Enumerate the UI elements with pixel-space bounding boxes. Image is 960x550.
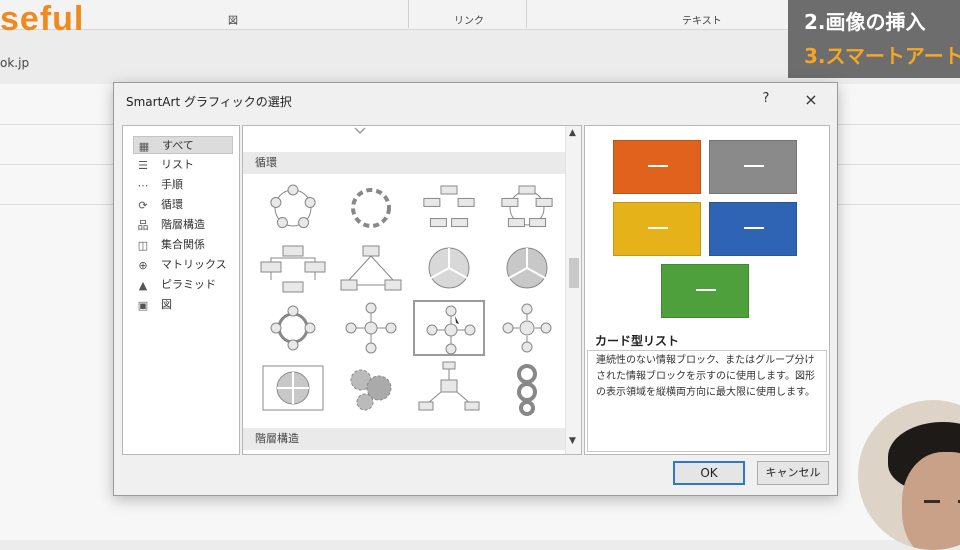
diverging-radial-icon — [502, 303, 552, 353]
ribbon-group-text: テキスト — [682, 16, 722, 27]
site-url: ok.jp — [0, 56, 30, 70]
cancel-button[interactable]: キャンセル — [757, 461, 829, 485]
hierarchy-icon: 品 — [137, 219, 149, 232]
layout-thumbnail[interactable] — [491, 240, 563, 296]
layout-thumbnail[interactable] — [413, 180, 485, 236]
category-item[interactable]: ☰ リスト — [133, 156, 233, 174]
layout-thumbnail[interactable] — [491, 360, 563, 416]
category-list: ▦ すべて ☰ リスト ⋯ 手順 ⟳ 循環品階層構造 ◫ 集合関係 ⊕ マトリックス ▲ ピラミッド ▣ 図 — [122, 125, 240, 455]
basic-radial-selected-icon — [426, 305, 476, 355]
layout-thumbnail[interactable] — [257, 300, 329, 356]
block-cycle-icon — [423, 185, 475, 228]
card-text-placeholder — [648, 227, 668, 229]
segmented-cycle-icon — [428, 247, 470, 289]
layout-thumbnail[interactable] — [413, 360, 485, 416]
layout-thumbnail[interactable] — [257, 360, 329, 416]
ribbon-separator — [408, 0, 409, 28]
layout-thumbnail[interactable] — [335, 300, 407, 356]
text-cycle-icon — [351, 188, 391, 228]
card-text-placeholder — [744, 165, 764, 167]
smartart-dialog: SmartArt グラフィックの選択 ? × ▦ すべて ☰ リスト ⋯ 手順 ⟳ 循環品階層… — [113, 82, 838, 496]
all-icon: ▦ — [138, 140, 150, 153]
radial-cycle-icon — [345, 302, 397, 354]
scroll-thumb[interactable] — [569, 258, 579, 288]
layout-name: カード型リスト — [595, 334, 680, 348]
card-text-placeholder — [696, 289, 716, 291]
card-text-placeholder — [744, 227, 764, 229]
gear-matrix-icon — [262, 365, 324, 411]
circular-arrows-icon — [517, 364, 537, 416]
category-label: 図 — [161, 298, 172, 311]
category-item[interactable]: ▲ ピラミッド — [133, 276, 233, 294]
basic-cycle-icon — [270, 184, 316, 229]
layout-thumbnail[interactable] — [491, 180, 563, 236]
list-icon: ☰ — [138, 159, 148, 172]
gallery-top-chevron-icon[interactable] — [353, 126, 367, 136]
layout-description: 連続性のない情報ブロック、またはグループ分けされた情報ブロックを示すのに使用しま… — [587, 350, 827, 452]
layout-thumbnail[interactable] — [413, 240, 485, 296]
category-label: 集合関係 — [161, 238, 205, 251]
category-label: すべて — [162, 139, 194, 152]
category-label: 階層構造 — [161, 218, 205, 231]
pyramid-icon: ▲ — [138, 279, 148, 292]
category-item[interactable]: ◫ 集合関係 — [133, 236, 233, 254]
ribbon-group-link: リンク — [454, 16, 484, 27]
layout-thumbnail[interactable] — [491, 300, 563, 356]
relationship-icon: ◫ — [137, 239, 149, 252]
preview-panel: カード型リスト 連続性のない情報ブロック、またはグループ分けされた情報ブロックを… — [584, 125, 830, 455]
scroll-down-icon[interactable]: ▼ — [569, 436, 576, 446]
layout-thumbnail[interactable] — [335, 240, 407, 296]
preview-card — [613, 202, 701, 256]
basic-pie-icon — [506, 247, 548, 289]
preview-card — [709, 140, 797, 194]
category-item[interactable]: ▣ 図 — [133, 296, 233, 314]
layout-thumbnail[interactable] — [257, 240, 329, 296]
scroll-up-icon[interactable]: ▲ — [569, 128, 576, 138]
gear-icon — [350, 369, 392, 411]
category-item[interactable]: ⊕ マトリックス — [133, 256, 233, 274]
picture-icon: ▣ — [137, 299, 149, 312]
card-text-placeholder — [648, 165, 668, 167]
help-button[interactable]: ? — [756, 89, 776, 109]
cycle-icon: ⟳ — [138, 199, 148, 212]
category-label: マトリックス — [161, 258, 227, 271]
layout-thumbnail[interactable] — [335, 180, 407, 236]
category-item[interactable]: ⋯ 手順 — [133, 176, 233, 194]
process-icon: ⋯ — [137, 179, 149, 192]
category-label: 手順 — [161, 178, 183, 191]
layout-thumbnail[interactable] — [413, 300, 485, 356]
layout-thumbnail[interactable] — [335, 360, 407, 416]
circle-arrows-icon — [270, 305, 316, 351]
preview-card — [709, 202, 797, 256]
ribbon-separator — [526, 0, 527, 28]
nondirectional-cycle-icon — [501, 185, 553, 228]
continuous-cycle-icon — [260, 245, 326, 293]
ribbon-group-picture: 図 — [228, 16, 238, 27]
matrix-icon: ⊕ — [138, 259, 148, 272]
section-header-cycle: 循環 — [243, 152, 565, 174]
layout-thumbnail[interactable] — [257, 180, 329, 236]
category-label: リスト — [161, 158, 194, 171]
ok-button[interactable]: OK — [673, 461, 745, 485]
overlay-step-3: 3.スマートアート — [804, 44, 960, 68]
preview-card — [661, 264, 749, 318]
dialog-title: SmartArt グラフィックの選択 — [126, 95, 292, 109]
overlay-step-2: 2.画像の挿入 — [804, 10, 926, 34]
category-label: ピラミッド — [161, 278, 216, 291]
radial-cluster-icon — [418, 361, 480, 411]
category-item[interactable]: ⟳ 循環 — [133, 196, 233, 214]
layout-gallery: 循環 階層構造 ▲ ▼ — [242, 125, 582, 455]
category-label: 循環 — [161, 198, 183, 211]
multidirectional-cycle-icon — [340, 245, 402, 291]
category-item[interactable]: ▦ すべて — [133, 136, 233, 154]
site-logo: seful — [0, 0, 85, 38]
close-button[interactable]: × — [800, 89, 822, 111]
category-item[interactable]: 品階層構造 — [133, 216, 233, 234]
gallery-scrollbar[interactable]: ▲ ▼ — [565, 126, 581, 454]
section-header-hierarchy: 階層構造 — [243, 428, 565, 450]
preview-card — [613, 140, 701, 194]
